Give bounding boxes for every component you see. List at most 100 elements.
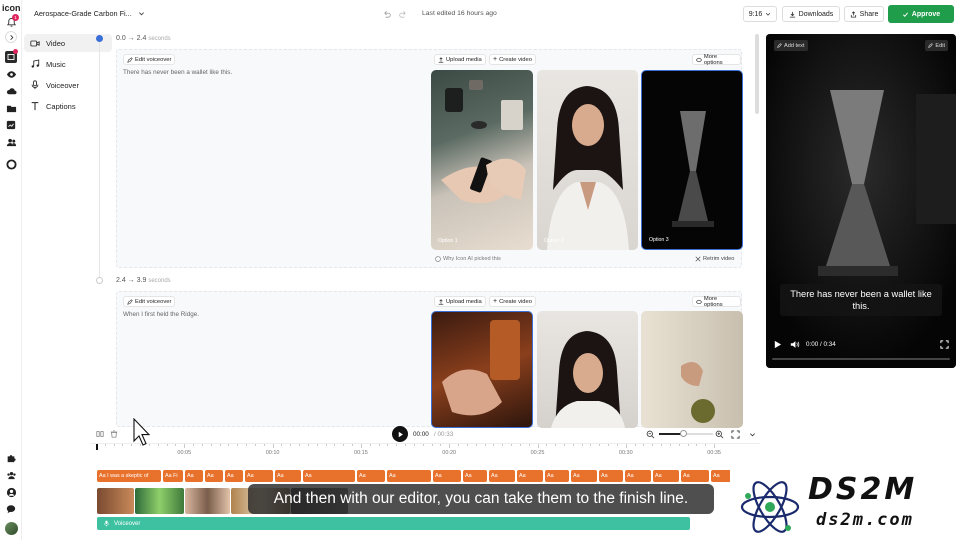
edit-icon[interactable] — [5, 49, 18, 63]
more-options-button[interactable]: More options — [692, 296, 741, 308]
player-edit-button[interactable]: Edit — [925, 40, 948, 51]
caption-chip[interactable]: Aa — [545, 470, 569, 482]
fullscreen-icon[interactable] — [940, 340, 949, 349]
playhead[interactable] — [96, 444, 98, 450]
upload-media-button[interactable]: Upload media — [434, 54, 486, 65]
cloud-icon[interactable] — [5, 85, 17, 97]
upload-icon — [438, 56, 444, 63]
chart-icon[interactable] — [5, 119, 17, 131]
upload-media-button[interactable]: Upload media — [434, 296, 486, 307]
ruler-tick — [396, 444, 398, 446]
media-option-2[interactable]: Option 2 — [537, 70, 638, 250]
circle-icon[interactable] — [5, 158, 17, 170]
caption-chip[interactable]: Aa — [463, 470, 487, 482]
caption-chip[interactable]: Aa — [205, 470, 223, 482]
add-text-button[interactable]: Add text — [774, 40, 808, 51]
eye-icon — [696, 299, 702, 304]
ruler-tick — [625, 444, 627, 448]
video-clip[interactable] — [135, 488, 184, 514]
puzzle-icon[interactable] — [5, 452, 17, 464]
edit-voiceover-button[interactable]: Edit voiceover — [123, 54, 176, 65]
ruler-tick — [714, 444, 716, 448]
ruler-tick — [458, 444, 460, 446]
timeline-total-time: / 00:33 — [434, 431, 454, 438]
scene-time-range: 0.0 → 2.4 seconds — [116, 35, 171, 42]
ruler-tick — [440, 444, 442, 446]
zoom-slider[interactable] — [659, 430, 713, 437]
caption-chip[interactable]: Aa — [303, 470, 355, 482]
approve-button[interactable]: Approve — [888, 5, 954, 23]
scissors-icon — [695, 256, 701, 262]
caption-chip[interactable]: Aa Fi — [163, 470, 183, 482]
caption-chip[interactable]: Aa — [185, 470, 203, 482]
chevron-right-icon[interactable] — [5, 31, 17, 43]
zoom-out-icon[interactable] — [646, 430, 655, 439]
account-icon[interactable] — [5, 486, 17, 498]
trash-icon[interactable] — [110, 430, 118, 438]
media-option-3[interactable] — [641, 311, 743, 428]
fit-icon[interactable] — [731, 430, 740, 439]
chevron-down-icon[interactable] — [749, 431, 756, 438]
ruler-tick — [334, 444, 336, 446]
create-video-button[interactable]: + Create video — [489, 54, 536, 65]
media-option-3-selected[interactable]: Option 3 — [641, 70, 743, 250]
play-icon[interactable] — [773, 340, 782, 349]
scene-marker-active — [96, 35, 103, 42]
bell-icon[interactable]: 1 — [5, 14, 19, 28]
create-video-button[interactable]: + Create video — [489, 296, 536, 307]
share-button[interactable]: Share — [844, 6, 884, 22]
more-options-button[interactable]: More options — [692, 54, 741, 66]
caption-chip[interactable]: Aa — [433, 470, 461, 482]
caption-chip[interactable]: Aa — [681, 470, 709, 482]
caption-chip[interactable]: Aa — [571, 470, 597, 482]
ruler-tick — [378, 444, 380, 446]
retrim-video-button[interactable]: Retrim video — [695, 256, 734, 262]
approve-label: Approve — [911, 10, 941, 18]
downloads-button[interactable]: Downloads — [782, 6, 840, 22]
player-progress-track[interactable] — [772, 358, 950, 360]
why-picked-link[interactable]: Why Icon AI picked this — [435, 256, 501, 262]
ruler-tick — [325, 444, 327, 446]
caption-chip[interactable]: Aa — [275, 470, 301, 482]
caption-chip[interactable]: Aa — [357, 470, 385, 482]
split-icon[interactable] — [96, 430, 104, 438]
undo-icon[interactable] — [382, 10, 391, 19]
caption-chip[interactable]: Aa — [653, 470, 679, 482]
voiceover-track[interactable]: Voiceover — [97, 517, 690, 530]
media-option-2[interactable] — [537, 311, 638, 428]
chat-icon[interactable] — [5, 503, 17, 515]
video-clip[interactable] — [97, 488, 134, 514]
zoom-knob[interactable] — [680, 430, 688, 437]
redo-icon[interactable] — [399, 10, 408, 19]
folder-icon[interactable] — [5, 102, 17, 114]
caption-chip[interactable]: Aa — [225, 470, 243, 482]
app-logo[interactable]: icon — [2, 3, 21, 13]
media-option-1-selected[interactable] — [431, 311, 533, 428]
caption-chip[interactable]: Aa — [245, 470, 273, 482]
timeline-play-button[interactable] — [392, 426, 408, 442]
caption-chip[interactable]: Aa — [599, 470, 623, 482]
aspect-ratio-select[interactable]: 9:16 — [743, 6, 777, 22]
caption-chip[interactable]: Aa — [517, 470, 543, 482]
caption-chip[interactable]: Aa — [489, 470, 515, 482]
scene-panel: Edit voiceover When I first held the Rid… — [116, 291, 743, 428]
caption-chip[interactable]: Aa I was a skeptic of — [97, 470, 161, 482]
edit-voiceover-button[interactable]: Edit voiceover — [123, 296, 176, 307]
team-icon[interactable] — [5, 469, 17, 481]
timeline-ruler[interactable]: 00:05 00:10 00:15 00:20 00:25 00:30 00:35 — [96, 444, 756, 462]
avatar[interactable] — [5, 522, 18, 535]
video-icon — [30, 40, 40, 46]
eye-icon — [696, 57, 702, 62]
video-clip[interactable] — [185, 488, 230, 514]
project-title-dropdown[interactable]: Aerospace-Grade Carbon Fi... — [34, 9, 145, 18]
zoom-in-icon[interactable] — [715, 430, 724, 439]
caption-chip[interactable]: Aa — [625, 470, 651, 482]
users-icon[interactable] — [5, 136, 17, 148]
volume-icon[interactable] — [790, 340, 800, 349]
eye-icon[interactable] — [5, 68, 17, 80]
ruler-tick — [290, 444, 292, 446]
scrollbar-thumb[interactable] — [755, 34, 759, 114]
notification-badge: 1 — [12, 14, 19, 21]
caption-chip[interactable]: Aa — [387, 470, 431, 482]
media-option-1[interactable]: Option 1 — [431, 70, 533, 250]
